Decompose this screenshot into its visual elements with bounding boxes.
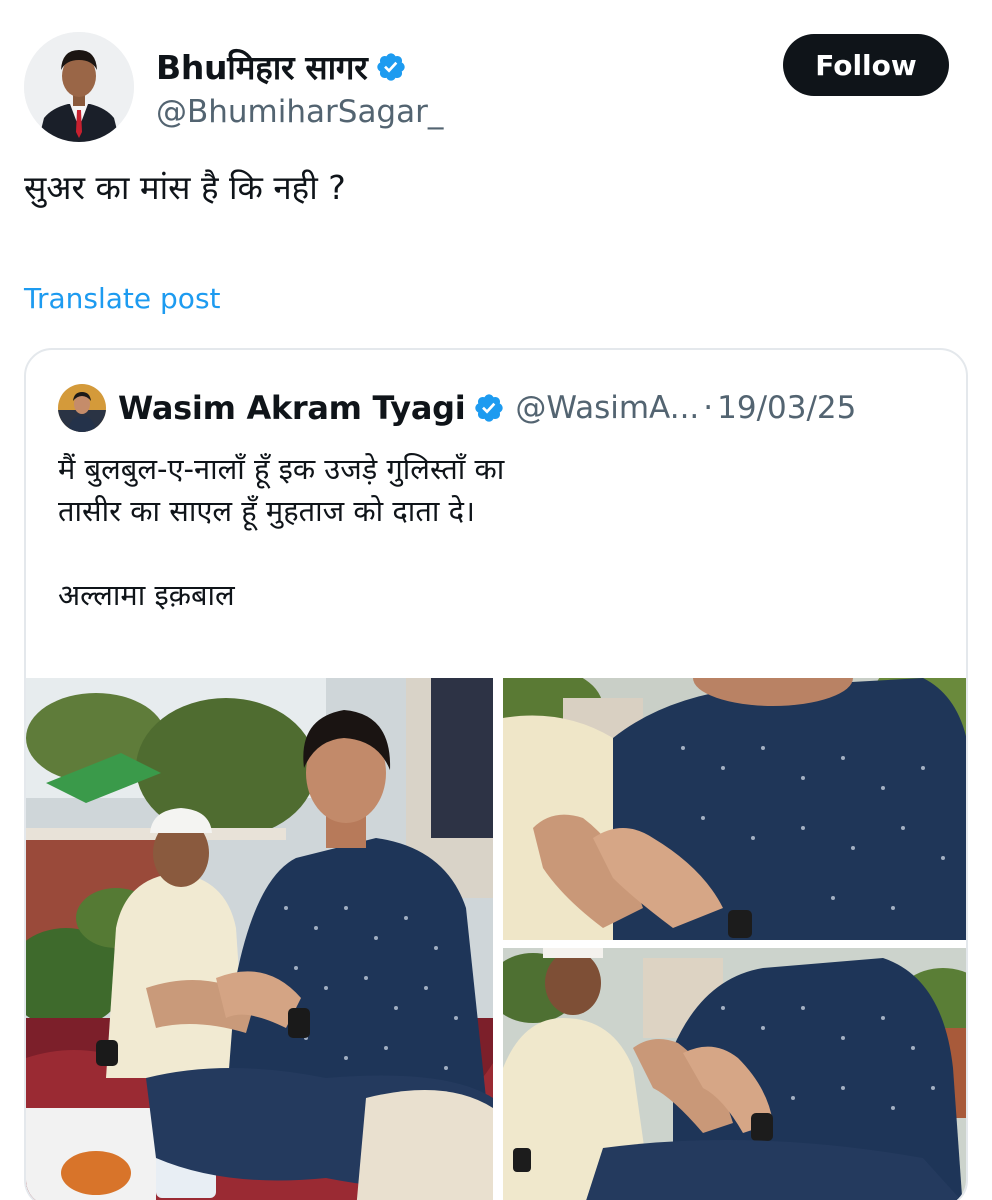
quoted-post-date: 19/03/25: [717, 390, 857, 426]
translate-post-link[interactable]: Translate post: [24, 282, 221, 315]
quoted-author-name: Wasim Akram Tyagi: [118, 389, 466, 427]
quoted-author-avatar: [58, 384, 106, 432]
author-display-name[interactable]: Bhuमिहार सागर: [156, 44, 368, 89]
quoted-post-header: Wasim Akram Tyagi @WasimA... · 19/03/25: [58, 382, 856, 434]
author-avatar[interactable]: [24, 32, 134, 142]
quoted-post-text: मैं बुलबुल-ए-नालाँ हूँ इक उजड़े गुलिस्ता…: [58, 452, 505, 612]
photo-bottom-right[interactable]: [503, 948, 966, 1200]
photo-top-right[interactable]: [503, 678, 966, 940]
quoted-author-handle: @WasimA...: [515, 390, 700, 426]
quoted-post-card[interactable]: Wasim Akram Tyagi @WasimA... · 19/03/25 …: [24, 348, 968, 1200]
quoted-verified-badge-icon: [475, 394, 504, 422]
verified-badge-icon: [377, 52, 406, 81]
post-header: Bhuमिहार सागर @BhumiharSagar_ Follow: [0, 0, 992, 150]
post-text: सुअर का मांस है कि नही ?: [24, 168, 346, 207]
author-handle[interactable]: @BhumiharSagar_: [156, 94, 443, 130]
quoted-media-grid: [26, 678, 966, 1200]
photo-left[interactable]: [26, 678, 493, 1200]
separator-dot: ·: [703, 390, 714, 426]
follow-button[interactable]: Follow: [783, 34, 949, 96]
